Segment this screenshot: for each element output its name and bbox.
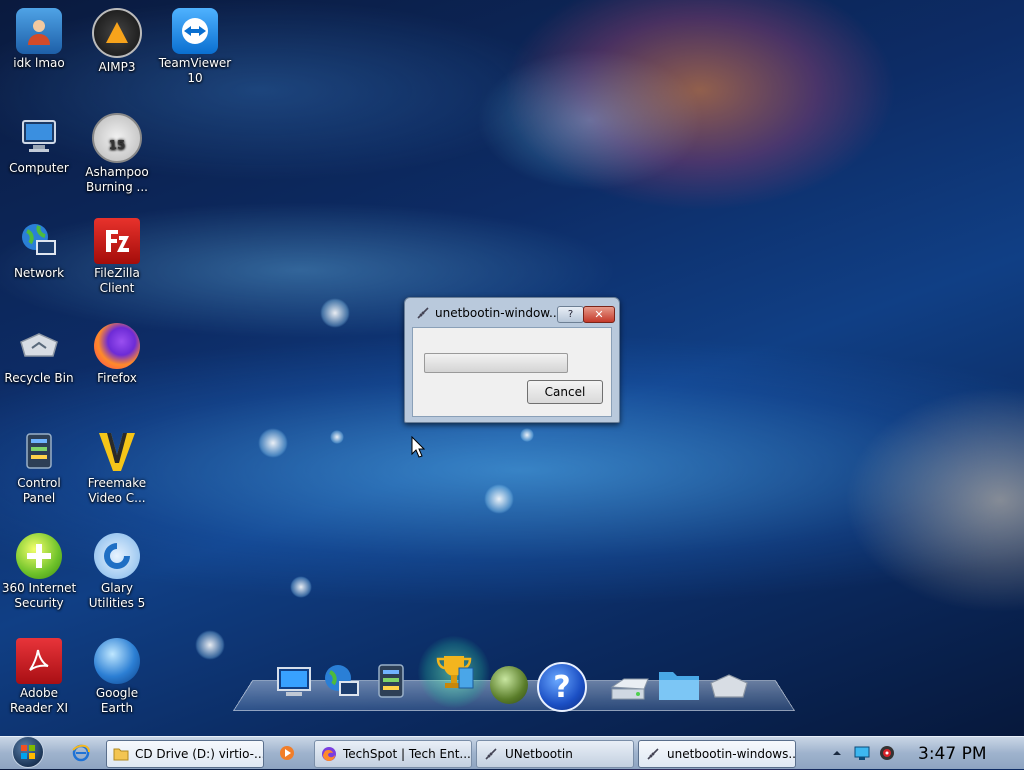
recycle-bin-icon: [16, 323, 62, 369]
firefox-icon: [321, 746, 337, 762]
folder-icon: [113, 746, 129, 762]
control-panel-icon: [16, 428, 62, 474]
wallpaper-bubble: [258, 428, 288, 458]
close-button[interactable]: ✕: [583, 306, 615, 323]
desktop-icon-firefox[interactable]: Firefox: [78, 323, 156, 386]
help-button[interactable]: ?: [557, 306, 584, 323]
teamviewer-icon: [172, 8, 218, 54]
wallpaper-bubble: [484, 484, 514, 514]
firefox-icon: [94, 323, 140, 369]
desktop-icon-label: Firefox: [97, 371, 137, 385]
progress-bar: [424, 353, 568, 373]
desktop-icon-filezilla[interactable]: FileZilla Client: [78, 218, 156, 296]
aimp3-icon: [92, 8, 142, 58]
dialog-client-area: Cancel: [412, 327, 612, 417]
unetbootin-app-icon: [417, 307, 429, 319]
glary-utilities-icon: [94, 533, 140, 579]
taskbar-button-label: unetbootin-windows...: [667, 747, 796, 761]
unetbootin-dialog: unetbootin-window... ? ✕ Cancel: [404, 297, 620, 423]
dock-drive-icon[interactable]: [608, 676, 652, 704]
taskbar-button-label: TechSpot | Tech Ent...: [343, 747, 471, 761]
quicklaunch-ie-icon[interactable]: [72, 744, 90, 762]
desktop-icon-label: Adobe Reader XI: [9, 686, 69, 715]
dock-network-icon[interactable]: [322, 662, 362, 702]
desktop-icon-label: Freemake Video C...: [87, 476, 147, 505]
taskbar-button-unetbootin[interactable]: UNetbootin: [476, 740, 634, 768]
taskbar-button-unetbootin-windows[interactable]: unetbootin-windows...: [638, 740, 796, 768]
desktop-icon-label: Recycle Bin: [4, 371, 74, 385]
cancel-button[interactable]: Cancel: [527, 380, 603, 404]
desktop-icon-label: Network: [13, 266, 65, 280]
unetbootin-icon: [645, 746, 661, 762]
desktop-icon-glary-utilities[interactable]: Glary Utilities 5: [78, 533, 156, 611]
ashampoo-version-badge: 15: [108, 138, 126, 152]
wallpaper-bubble: [330, 430, 344, 444]
dock-games-trophy-icon[interactable]: [418, 636, 490, 708]
desktop-icon-ashampoo[interactable]: 15 Ashampoo Burning ...: [78, 113, 156, 195]
desktop-icon-adobe-reader[interactable]: Adobe Reader XI: [0, 638, 78, 716]
help-glyph: ?: [553, 669, 571, 705]
desktop-icon-360-internet-security[interactable]: 360 Internet Security: [0, 533, 78, 611]
dialog-title: unetbootin-window...: [435, 306, 561, 320]
taskbar: CD Drive (D:) virtio-... TechSpot | Tech…: [0, 736, 1024, 769]
taskbar-media-player-icon[interactable]: [278, 744, 296, 762]
taskbar-button-techspot[interactable]: TechSpot | Tech Ent...: [314, 740, 472, 768]
dock-windows-orb-icon[interactable]: [490, 666, 528, 704]
computer-icon: [16, 113, 62, 159]
windows-start-orb-icon: [12, 736, 44, 768]
user-folder-icon: [16, 8, 62, 54]
desktop-icon-aimp3[interactable]: AIMP3: [78, 8, 156, 75]
wallpaper-bubble: [195, 630, 225, 660]
unetbootin-icon: [483, 746, 499, 762]
dock-recycle-bin-icon[interactable]: [706, 672, 752, 702]
desktop-icon-label: AIMP3: [98, 60, 136, 74]
filezilla-icon: [94, 218, 140, 264]
desktop-icon-label: idk lmao: [13, 56, 65, 70]
taskbar-button-label: UNetbootin: [505, 747, 573, 761]
tray-network-icon[interactable]: [854, 745, 870, 761]
desktop-icon-label: Computer: [9, 161, 69, 175]
wallpaper-bubble: [520, 428, 534, 442]
desktop-icon-label: TeamViewer 10: [158, 56, 232, 85]
desktop-icon-label: Ashampoo Burning ...: [85, 165, 149, 194]
mouse-cursor-icon: [411, 436, 425, 458]
desktop-icon-recycle-bin[interactable]: Recycle Bin: [0, 323, 78, 386]
desktop-icon-label: Glary Utilities 5: [88, 581, 146, 610]
tray-volume-icon[interactable]: [878, 744, 896, 762]
desktop-icon-control-panel[interactable]: Control Panel: [0, 428, 78, 506]
desktop-icon-label: Google Earth: [95, 686, 139, 715]
network-globe-icon: [16, 218, 62, 264]
taskbar-button-cd-drive[interactable]: CD Drive (D:) virtio-...: [106, 740, 264, 768]
dock-help-icon[interactable]: ?: [537, 662, 587, 712]
tray-show-hidden-icons-arrow-icon[interactable]: [832, 747, 842, 757]
desktop-icon-google-earth[interactable]: Google Earth: [78, 638, 156, 716]
desktop-icon-teamviewer[interactable]: TeamViewer 10: [156, 8, 234, 86]
dialog-titlebar[interactable]: unetbootin-window... ? ✕: [405, 298, 619, 326]
desktop-icon-label: 360 Internet Security: [1, 581, 77, 610]
adobe-reader-icon: [16, 638, 62, 684]
desktop-icon-freemake[interactable]: Freemake Video C...: [78, 428, 156, 506]
freemake-video-icon: [94, 428, 140, 474]
desktop-icon-network[interactable]: Network: [0, 218, 78, 281]
desktop-icon-label: FileZilla Client: [94, 266, 140, 295]
desktop-icon-computer[interactable]: Computer: [0, 113, 78, 176]
ashampoo-burning-icon: 15: [92, 113, 142, 163]
dock-control-panel-icon[interactable]: [374, 662, 408, 700]
taskbar-clock[interactable]: 3:47 PM: [918, 744, 987, 764]
google-earth-icon: [94, 638, 140, 684]
start-button[interactable]: [3, 734, 53, 770]
dock-computer-icon[interactable]: [276, 664, 312, 700]
dock-folder-icon[interactable]: [656, 664, 702, 704]
wallpaper-bubble: [320, 298, 350, 328]
taskbar-button-label: CD Drive (D:) virtio-...: [135, 747, 264, 761]
360-security-icon: [16, 533, 62, 579]
desktop-icon-label: Control Panel: [17, 476, 61, 505]
desktop-icon-idk-lmao[interactable]: idk lmao: [0, 8, 78, 71]
wallpaper-bubble: [290, 576, 312, 598]
